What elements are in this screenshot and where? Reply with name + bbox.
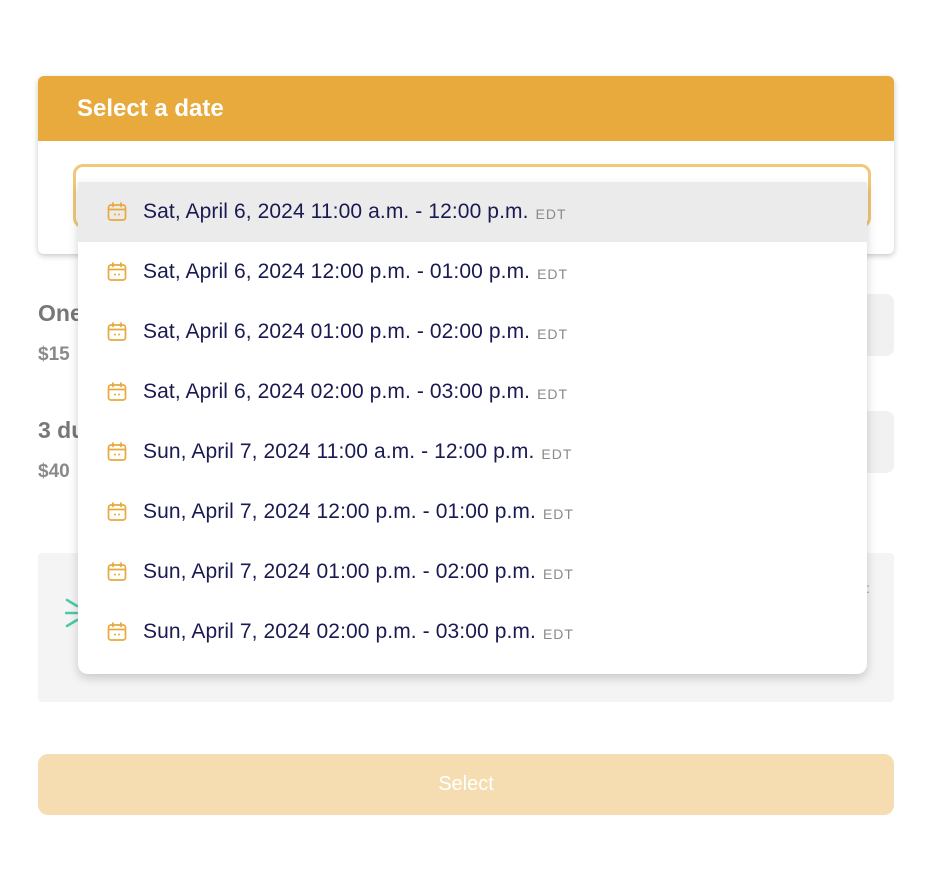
calendar-icon — [107, 442, 127, 462]
timezone-label: EDT — [542, 626, 574, 642]
select-button[interactable]: Select — [38, 754, 894, 815]
timezone-label: EDT — [542, 566, 574, 582]
date-dropdown-list[interactable]: Sat, April 6, 2024 11:00 a.m. - 12:00 p.… — [78, 182, 867, 674]
option-datetime-label: Sun, April 7, 2024 12:00 p.m. - 01:00 p.… — [143, 500, 536, 523]
dropdown-option[interactable]: Sat, April 6, 2024 02:00 p.m. - 03:00 p.… — [78, 362, 867, 422]
calendar-icon — [107, 322, 127, 342]
dropdown-option[interactable]: Sat, April 6, 2024 12:00 p.m. - 01:00 p.… — [78, 242, 867, 302]
calendar-icon — [107, 262, 127, 282]
timezone-label: EDT — [542, 506, 574, 522]
option-datetime-label: Sat, April 6, 2024 11:00 a.m. - 12:00 p.… — [143, 200, 529, 223]
calendar-icon — [107, 202, 127, 222]
option-datetime-label: Sat, April 6, 2024 01:00 p.m. - 02:00 p.… — [143, 320, 531, 343]
dropdown-option[interactable]: Sun, April 7, 2024 11:00 a.m. - 12:00 p.… — [78, 422, 867, 482]
dropdown-option[interactable]: Sun, April 7, 2024 12:00 p.m. - 01:00 p.… — [78, 482, 867, 542]
dropdown-option[interactable]: Sun, April 7, 2024 02:00 p.m. - 03:00 p.… — [78, 602, 867, 662]
timezone-label: EDT — [537, 326, 569, 342]
timezone-label: EDT — [541, 446, 573, 462]
timezone-label: EDT — [537, 266, 569, 282]
option-datetime-label: Sun, April 7, 2024 02:00 p.m. - 03:00 p.… — [143, 620, 536, 643]
timezone-label: EDT — [535, 206, 567, 222]
option-price: $15 — [38, 344, 70, 365]
option-title: One — [38, 300, 83, 326]
dropdown-option[interactable]: Sat, April 6, 2024 01:00 p.m. - 02:00 p.… — [78, 302, 867, 362]
calendar-icon — [107, 382, 127, 402]
timezone-label: EDT — [537, 386, 569, 402]
calendar-icon — [107, 622, 127, 642]
calendar-icon — [107, 562, 127, 582]
dropdown-option[interactable]: Sat, April 6, 2024 11:00 a.m. - 12:00 p.… — [78, 182, 867, 242]
option-price: $40 — [38, 461, 70, 482]
option-datetime-label: Sun, April 7, 2024 01:00 p.m. - 02:00 p.… — [143, 560, 536, 583]
option-datetime-label: Sun, April 7, 2024 11:00 a.m. - 12:00 p.… — [143, 440, 535, 463]
option-datetime-label: Sat, April 6, 2024 02:00 p.m. - 03:00 p.… — [143, 380, 531, 403]
card-header-title: Select a date — [38, 76, 894, 141]
option-datetime-label: Sat, April 6, 2024 12:00 p.m. - 01:00 p.… — [143, 260, 531, 283]
calendar-icon — [107, 502, 127, 522]
dropdown-option[interactable]: Sun, April 7, 2024 01:00 p.m. - 02:00 p.… — [78, 542, 867, 602]
spinner-icon — [65, 598, 79, 628]
